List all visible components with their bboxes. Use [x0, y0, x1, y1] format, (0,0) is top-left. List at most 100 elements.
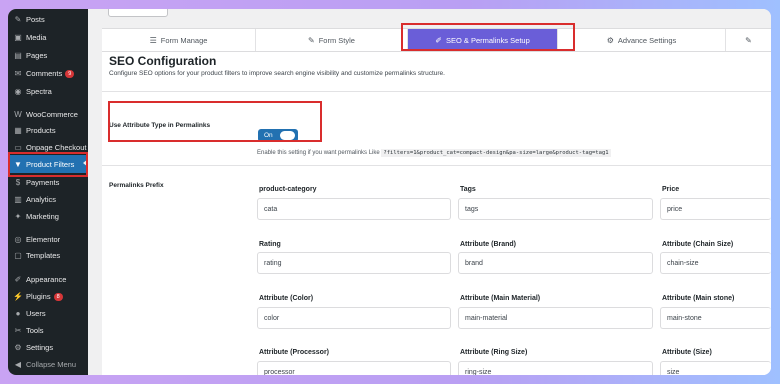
- sidebar-item-elementor[interactable]: ◎ Elementor: [8, 231, 88, 248]
- sidebar-item-plugins[interactable]: ⚡ Plugins 8: [8, 288, 88, 305]
- plugins-icon: ⚡: [13, 292, 23, 301]
- field-label-brand: Attribute (Brand): [460, 241, 516, 248]
- ring-size-input[interactable]: ring-size: [458, 361, 653, 375]
- attribute-type-toggle[interactable]: On: [258, 129, 298, 142]
- sidebar-item-label: Comments: [26, 69, 63, 78]
- field-label-size: Attribute (Size): [662, 349, 712, 356]
- tags-input[interactable]: tags: [458, 198, 653, 220]
- chain-size-input[interactable]: chain-size: [660, 252, 771, 274]
- field-label-color: Attribute (Color): [259, 295, 314, 302]
- sidebar-item-pages[interactable]: ▤ Pages: [8, 47, 88, 64]
- seo-settings-panel: SEO Configuration Configure SEO options …: [102, 52, 771, 375]
- sidebar-item-label: WooCommerce: [26, 110, 78, 119]
- tab-form-style[interactable]: ✎ Form Style: [256, 29, 408, 51]
- sidebar-item-woocommerce[interactable]: W WooCommerce: [8, 106, 88, 123]
- sidebar-item-label: Analytics: [26, 195, 57, 204]
- tab-seo-permalinks-setup[interactable]: ✐ SEO & Permalinks Setup: [408, 29, 558, 51]
- link-icon: ✐: [435, 35, 442, 45]
- sidebar-item-comments[interactable]: ✉ Comments 9: [8, 65, 88, 82]
- sidebar-item-label: Onpage Checkout: [26, 143, 87, 152]
- elementor-icon: ◎: [14, 235, 22, 244]
- size-input[interactable]: size: [660, 361, 771, 375]
- marketing-icon: ✦: [14, 212, 22, 221]
- tab-label: SEO & Permalinks Setup: [445, 35, 530, 45]
- permalinks-prefix-label: Permalinks Prefix: [109, 182, 164, 189]
- templates-icon: ▢: [14, 251, 22, 260]
- main-stone-input[interactable]: main-stone: [660, 307, 771, 329]
- sidebar-item-media[interactable]: ▣ Media: [8, 29, 88, 46]
- sidebar-item-label: Settings: [26, 343, 54, 352]
- analytics-icon: ▥: [14, 195, 22, 204]
- field-label-rating: Rating: [259, 241, 281, 248]
- media-icon: ▣: [14, 33, 22, 42]
- sidebar-item-collapse-menu[interactable]: ◀ Collapse Menu: [8, 356, 88, 373]
- sidebar-item-users[interactable]: ● Users: [8, 305, 88, 322]
- comments-count-badge: 9: [65, 69, 75, 78]
- color-input[interactable]: color: [257, 307, 451, 329]
- product-category-input[interactable]: cata: [257, 198, 451, 220]
- woocommerce-icon: W: [14, 110, 22, 119]
- processor-input[interactable]: processor: [257, 361, 451, 375]
- tab-more[interactable]: ✎: [726, 29, 771, 51]
- toggle-knob: [280, 131, 295, 140]
- sidebar-item-payments[interactable]: $ Payments: [8, 174, 88, 191]
- sidebar-item-spectra[interactable]: ◉ Spectra: [8, 83, 88, 100]
- pin-icon: ✎: [14, 15, 22, 24]
- hint-text: Enable this setting if you want permalin…: [257, 150, 380, 156]
- sidebar-item-label: Marketing: [26, 212, 59, 221]
- plugins-count-badge: 8: [53, 292, 63, 301]
- brush-icon: ✎: [308, 35, 315, 45]
- tab-advance-settings[interactable]: ⚙ Advance Settings: [558, 29, 726, 51]
- brand-input[interactable]: brand: [458, 252, 653, 274]
- sidebar-item-appearance[interactable]: ✐ Appearance: [8, 271, 88, 288]
- field-label-chain-size: Attribute (Chain Size): [662, 241, 734, 248]
- sidebar-item-product-filters[interactable]: ▼ Product Filters: [8, 155, 88, 173]
- sidebar-item-label: Users: [26, 309, 46, 318]
- divider: [102, 91, 771, 92]
- tools-icon: ✂: [14, 326, 22, 335]
- sidebar-item-tools[interactable]: ✂ Tools: [8, 322, 88, 339]
- app-window: ✎ Posts ▣ Media ▤ Pages ✉ Comments 9 ◉ Spectra…: [8, 9, 771, 375]
- rating-input[interactable]: rating: [257, 252, 451, 274]
- sidebar-item-label: Payments: [26, 178, 60, 187]
- attribute-type-label: Use Attribute Type in Permalinks: [109, 122, 211, 129]
- toggle-state-text: On: [264, 132, 273, 139]
- sidebar-item-posts[interactable]: ✎ Posts: [8, 11, 88, 28]
- sidebar-item-label: Tools: [26, 326, 44, 335]
- sidebar-item-label: Pages: [26, 51, 48, 60]
- sliders-icon: ☰: [149, 35, 157, 45]
- admin-sidebar: ✎ Posts ▣ Media ▤ Pages ✉ Comments 9 ◉ Spectra…: [8, 9, 88, 375]
- top-button[interactable]: [108, 9, 168, 17]
- hint-code: ?filters=1&product_cat=compact-design&pa…: [381, 149, 611, 157]
- settings-icon: ⚙: [14, 343, 22, 352]
- sidebar-item-marketing[interactable]: ✦ Marketing: [8, 208, 88, 225]
- filter-icon: ▼: [14, 159, 22, 169]
- sidebar-item-label: Posts: [26, 15, 45, 24]
- tab-label: Form Manage: [160, 35, 208, 45]
- sidebar-item-label: Product Filters: [26, 159, 75, 169]
- tab-label: Form Style: [318, 35, 355, 45]
- comment-icon: ✉: [14, 69, 22, 78]
- tab-form-manage[interactable]: ☰ Form Manage: [102, 29, 256, 51]
- sidebar-item-products[interactable]: ▦ Products: [8, 122, 88, 139]
- sidebar-item-label: Products: [26, 126, 56, 135]
- divider: [102, 165, 771, 166]
- page-title: SEO Configuration: [109, 54, 217, 68]
- collapse-icon: ◀: [14, 360, 22, 369]
- products-icon: ▦: [14, 126, 22, 135]
- field-label-main-material: Attribute (Main Material): [460, 295, 541, 302]
- pencil-icon: ✎: [745, 35, 752, 45]
- checkout-icon: ▭: [14, 143, 22, 152]
- sidebar-item-templates[interactable]: ▢ Templates: [8, 247, 88, 264]
- price-input[interactable]: price: [660, 198, 771, 220]
- main-material-input[interactable]: main-material: [458, 307, 653, 329]
- sidebar-item-analytics[interactable]: ▥ Analytics: [8, 191, 88, 208]
- users-icon: ●: [15, 309, 21, 318]
- payments-icon: $: [15, 178, 21, 187]
- sidebar-item-label: Templates: [26, 251, 61, 260]
- sidebar-item-label: Appearance: [26, 275, 67, 284]
- page-description: Configure SEO options for your product f…: [109, 70, 445, 77]
- sidebar-item-onpage-checkout[interactable]: ▭ Onpage Checkout: [8, 139, 88, 156]
- sidebar-item-settings[interactable]: ⚙ Settings: [8, 339, 88, 356]
- page-icon: ▤: [14, 51, 22, 60]
